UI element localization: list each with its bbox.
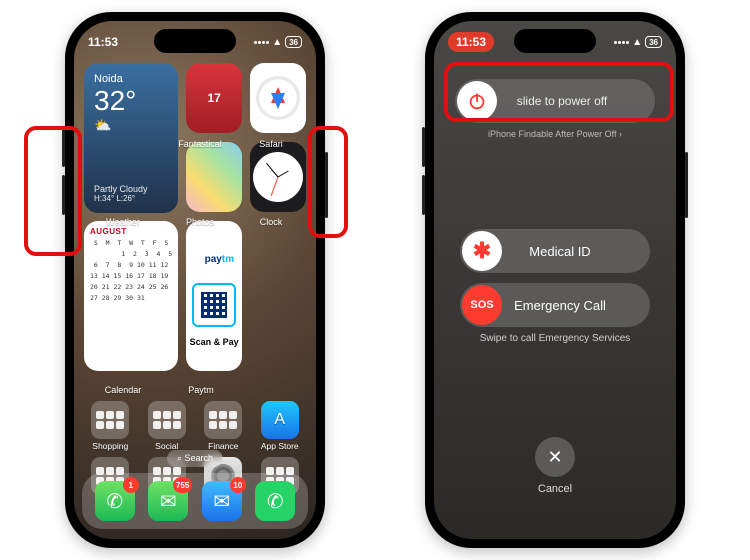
label-safari: Safari — [238, 139, 304, 149]
paytm-action: Scan & Pay — [190, 337, 239, 347]
volume-down-button[interactable] — [422, 175, 425, 215]
clock-icon — [253, 152, 303, 202]
folder-shopping[interactable]: Shopping — [84, 401, 137, 451]
home-screen: 11:53 ▲ 36 Noida 32° ⛅ Partly Cloudy H:3… — [74, 21, 316, 539]
dock-mail[interactable]: ✉10 — [202, 481, 242, 521]
label-calendar: Calendar — [88, 385, 158, 395]
weather-temp: 32° — [94, 85, 136, 117]
annotation-side-button — [308, 126, 348, 238]
battery-icon: 36 — [285, 36, 302, 48]
spotlight-search[interactable]: ⌕ Search — [167, 450, 223, 467]
badge-mail: 10 — [230, 477, 246, 493]
status-time-recording: 11:53 — [448, 32, 494, 52]
signal-icon — [254, 41, 269, 44]
cancel-button[interactable]: ✕ Cancel — [535, 437, 575, 495]
phone-icon: ✆ — [106, 489, 123, 514]
emergency-label: Emergency Call — [504, 298, 650, 313]
weather-widget[interactable]: Noida 32° ⛅ Partly Cloudy H:34° L:26° — [84, 63, 178, 213]
label-clock: Clock — [238, 217, 304, 227]
medical-id-slider[interactable]: ✱ Medical ID — [460, 229, 650, 273]
medical-icon: ✱ — [462, 231, 502, 271]
cloud-icon: ⛅ — [94, 117, 111, 134]
signal-icon — [614, 41, 629, 44]
status-right: ▲ 36 — [614, 36, 662, 48]
paytm-widget[interactable]: paytm Scan & Pay — [186, 221, 242, 371]
photos-widget[interactable] — [186, 142, 242, 212]
qr-icon — [192, 283, 236, 327]
label-paytm: Paytm — [166, 385, 236, 395]
paytm-logo: paytm — [205, 254, 234, 265]
appstore-icon: A — [261, 401, 299, 439]
message-icon: ✉ — [160, 489, 177, 514]
search-icon: ⌕ — [177, 453, 185, 463]
badge-messages: 755 — [173, 477, 192, 493]
medical-label: Medical ID — [504, 244, 650, 259]
dock-messages[interactable]: ✉755 — [148, 481, 188, 521]
folder-finance[interactable]: Finance — [197, 401, 250, 451]
sos-icon: SOS — [462, 285, 502, 325]
weather-hilo: H:34° L:26° — [94, 194, 135, 203]
clock-widget[interactable] — [250, 142, 306, 212]
dynamic-island — [514, 29, 596, 53]
safari-widget[interactable] — [250, 63, 306, 133]
dock-whatsapp[interactable]: ✆ — [255, 481, 295, 521]
label-fantastical: Fantastical — [167, 139, 233, 149]
iphone-left: 11:53 ▲ 36 Noida 32° ⛅ Partly Cloudy H:3… — [65, 12, 325, 548]
wifi-icon: ▲ — [272, 37, 282, 48]
calendar-month: AUGUST — [90, 227, 127, 236]
dock: ✆1 ✉755 ✉10 ✆ — [82, 473, 308, 529]
calendar-day-icon: 17 — [207, 91, 220, 105]
cancel-label: Cancel — [538, 483, 572, 495]
mail-icon: ✉ — [213, 489, 230, 514]
close-icon: ✕ — [535, 437, 575, 477]
app-appstore[interactable]: AApp Store — [254, 401, 307, 451]
weather-condition: Partly Cloudy — [94, 184, 148, 194]
annotation-power-slider — [444, 62, 674, 122]
whatsapp-icon: ✆ — [267, 489, 284, 514]
label-photos: Photos — [167, 217, 233, 227]
calendar-grid: S M T W T F S 1 2 3 4 5 6 7 8 9 10 11 12… — [90, 238, 172, 304]
label-weather: Weather — [88, 217, 158, 227]
calendar-widget[interactable]: AUGUST S M T W T F S 1 2 3 4 5 6 7 8 9 1… — [84, 221, 178, 371]
dock-phone[interactable]: ✆1 — [95, 481, 135, 521]
status-time: 11:53 — [88, 35, 118, 49]
dynamic-island — [154, 29, 236, 53]
badge-phone: 1 — [123, 477, 139, 493]
wifi-icon: ▲ — [632, 37, 642, 48]
status-right: ▲ 36 — [254, 36, 302, 48]
swipe-hint: Swipe to call Emergency Services — [434, 333, 676, 344]
side-button[interactable] — [685, 152, 688, 218]
findable-note[interactable]: iPhone Findable After Power Off — [434, 129, 676, 139]
battery-icon: 36 — [645, 36, 662, 48]
emergency-slider[interactable]: SOS Emergency Call — [460, 283, 650, 327]
safari-icon — [256, 76, 300, 120]
weather-location: Noida — [94, 73, 123, 85]
fantastical-widget[interactable]: 17 — [186, 63, 242, 133]
volume-up-button[interactable] — [422, 127, 425, 167]
annotation-volume-buttons — [24, 126, 82, 256]
folder-social[interactable]: Social — [141, 401, 194, 451]
